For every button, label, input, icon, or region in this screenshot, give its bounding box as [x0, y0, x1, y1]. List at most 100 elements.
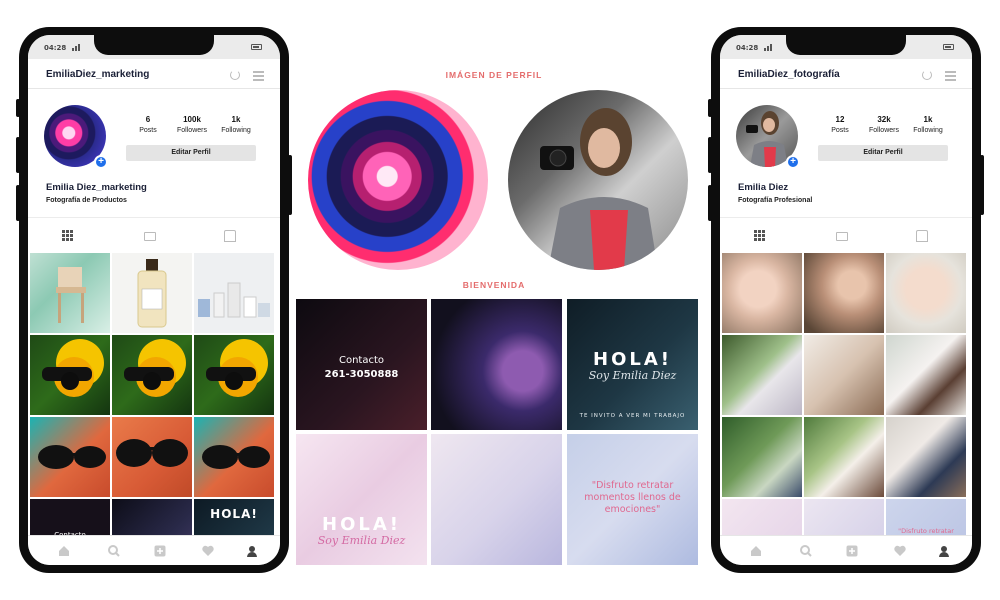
welcome-tile-portrait[interactable]: [431, 299, 562, 430]
photo-tile[interactable]: [722, 417, 802, 497]
stat-posts[interactable]: 6 Posts: [126, 115, 170, 134]
edit-profile-button[interactable]: Editar Perfil: [818, 145, 948, 161]
heart-icon[interactable]: [894, 545, 906, 557]
stat-label: Posts: [139, 127, 157, 134]
photo-tile[interactable]: [30, 253, 110, 333]
status-time: 04:28: [736, 44, 759, 52]
welcome-tile-soft-portrait[interactable]: [431, 434, 562, 565]
side-button: [288, 155, 292, 215]
add-story-icon[interactable]: +: [94, 155, 108, 169]
profile-header: EmiliaDiez_fotografía: [720, 59, 972, 89]
profile-name: Emilia Diez_marketing: [46, 182, 147, 193]
stat-label: Followers: [869, 127, 899, 134]
profile-icon[interactable]: [938, 545, 950, 557]
avatar[interactable]: +: [736, 105, 800, 169]
photo-tile[interactable]: [112, 253, 192, 333]
stat-number: 32k: [877, 115, 891, 124]
hola-subtitle: Soy Emilia Diez: [588, 369, 677, 382]
side-button: [708, 137, 712, 173]
photo-tile[interactable]: [112, 335, 192, 415]
photo-tile[interactable]: [886, 253, 966, 333]
bottom-nav: [28, 535, 280, 565]
photo-tile[interactable]: [30, 335, 110, 415]
stat-label: Following: [221, 127, 251, 134]
stat-number: 12: [835, 115, 845, 124]
add-post-icon[interactable]: [154, 545, 166, 557]
menu-icon[interactable]: [253, 71, 264, 83]
mockup-stage: 04:28 EmiliaDiez_marketing + 6 Posts 100k…: [0, 0, 1000, 600]
side-button: [16, 137, 20, 173]
photo-tile[interactable]: [804, 253, 884, 333]
home-icon[interactable]: [750, 545, 762, 557]
photo-tile[interactable]: [112, 417, 192, 497]
phone-left: 04:28 EmiliaDiez_marketing + 6 Posts 100k…: [16, 27, 292, 573]
username: EmiliaDiez_marketing: [46, 69, 150, 80]
profile-bio: Fotografía de Productos: [46, 197, 127, 204]
stat-number: 1k: [923, 115, 933, 124]
heart-icon[interactable]: [202, 545, 214, 557]
contact-label: Contacto: [338, 355, 385, 366]
photo-tile[interactable]: [886, 335, 966, 415]
photo-tile[interactable]: [194, 335, 274, 415]
hola-title: HOLA!: [322, 514, 401, 535]
profile-header: EmiliaDiez_marketing: [28, 59, 280, 89]
tagged-icon[interactable]: [224, 230, 236, 242]
contact-phone: 261-3050888: [324, 369, 399, 380]
grid-icon[interactable]: [754, 230, 766, 242]
search-icon[interactable]: [800, 545, 812, 557]
section-title-profile: IMÁGEN DE PERFIL: [445, 70, 543, 80]
tagged-icon[interactable]: [916, 230, 928, 242]
photo-tile[interactable]: [30, 417, 110, 497]
photo-tile[interactable]: [804, 335, 884, 415]
reels-icon[interactable]: [144, 232, 156, 241]
welcome-tile-quote[interactable]: "Disfruto retratar momentos llenos de em…: [567, 434, 698, 565]
welcome-tile-hola[interactable]: HOLA! Soy Emilia Diez TE INVITO A VER MI…: [567, 299, 698, 430]
stat-label: Following: [913, 127, 943, 134]
status-time: 04:28: [44, 44, 67, 52]
photo-tile[interactable]: [194, 253, 274, 333]
notch: [786, 35, 906, 55]
profile-icon[interactable]: [246, 545, 258, 557]
welcome-tile-hola-light[interactable]: HOLA! Soy Emilia Diez: [296, 434, 427, 565]
invite-text: TE INVITO A VER MI TRABAJO: [579, 413, 686, 419]
notch: [94, 35, 214, 55]
welcome-tile-contact[interactable]: Contacto 261-3050888: [296, 299, 427, 430]
stat-following[interactable]: 1k Following: [906, 115, 950, 134]
stat-posts[interactable]: 12 Posts: [818, 115, 862, 134]
menu-icon[interactable]: [945, 71, 956, 83]
stat-number: 100k: [183, 115, 201, 124]
stat-following[interactable]: 1k Following: [214, 115, 258, 134]
side-button: [16, 99, 20, 117]
photo-tile[interactable]: [804, 417, 884, 497]
home-icon[interactable]: [58, 545, 70, 557]
photo-tile[interactable]: [886, 417, 966, 497]
profile-bio: Fotografía Profesional: [738, 197, 813, 204]
side-button: [708, 185, 712, 221]
stat-followers[interactable]: 100k Followers: [170, 115, 214, 134]
search-icon[interactable]: [108, 545, 120, 557]
stat-followers[interactable]: 32k Followers: [862, 115, 906, 134]
reels-icon[interactable]: [836, 232, 848, 241]
hola-title: HOLA!: [593, 349, 672, 370]
bottom-nav: [720, 535, 972, 565]
edit-profile-button[interactable]: Editar Perfil: [126, 145, 256, 161]
add-post-icon[interactable]: [846, 545, 858, 557]
tile-hola: HOLA!: [210, 507, 258, 521]
reload-icon[interactable]: [230, 70, 240, 80]
signal-icon: [72, 44, 82, 51]
photo-tile[interactable]: [722, 335, 802, 415]
reload-icon[interactable]: [922, 70, 932, 80]
hola-subtitle: Soy Emilia Diez: [317, 534, 406, 547]
add-story-icon[interactable]: +: [786, 155, 800, 169]
grid-icon[interactable]: [62, 230, 74, 242]
avatar[interactable]: +: [44, 105, 108, 169]
profile-image-photographer: [508, 90, 688, 270]
photo-tile[interactable]: [194, 417, 274, 497]
battery-icon: [943, 44, 954, 50]
screen: 04:28 EmiliaDiez_fotografía + 12 Posts 32…: [720, 35, 972, 565]
side-button: [16, 185, 20, 221]
side-button: [708, 99, 712, 117]
profile-name: Emilia Diez: [738, 182, 789, 193]
username: EmiliaDiez_fotografía: [738, 69, 840, 80]
photo-tile[interactable]: [722, 253, 802, 333]
